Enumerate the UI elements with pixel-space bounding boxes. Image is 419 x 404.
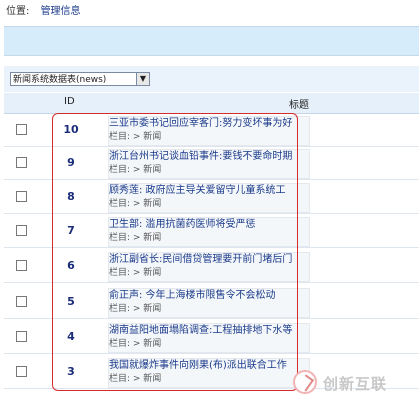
row-checkbox[interactable] (16, 124, 27, 135)
row-title-link[interactable]: 浙江台州书记谈血铅事件:要钱不要命时期 (109, 150, 309, 164)
row-title-cell: 浙江副省长:民间借贷管理要开前门堵后门 栏目: > 新闻 (108, 252, 310, 282)
row-title-link[interactable]: 我国就爆炸事件向刚果(布)派出联合工作 (109, 359, 309, 373)
row-title-cell: 俞正声: 今年上海楼市限售令不会松动 栏目: > 新闻 (108, 288, 310, 318)
table-header: ID 标题 (4, 93, 419, 114)
row-checkbox[interactable] (16, 191, 27, 202)
row-title-cell: 三亚市委书记回应宰客门:努力变坏事为好 栏目: > 新闻 (108, 116, 310, 146)
row-category: 栏目: > 新闻 (109, 268, 162, 278)
row-category: 栏目: > 新闻 (109, 374, 162, 384)
row-title-link[interactable]: 卫生部: 滥用抗菌药医师将受严惩 (109, 218, 309, 232)
row-category: 栏目: > 新闻 (109, 132, 162, 142)
table-row: 8 顾秀莲: 政府应主导关爱留守儿童系统工 栏目: > 新闻 (4, 181, 419, 214)
row-category: 栏目: > 新闻 (109, 339, 162, 349)
row-title-link[interactable]: 顾秀莲: 政府应主导关爱留守儿童系统工 (109, 184, 309, 198)
table-row: 10 三亚市委书记回应宰客门:努力变坏事为好 栏目: > 新闻 (4, 114, 419, 147)
row-category: 栏目: > 新闻 (109, 233, 162, 243)
brand-logo-icon (293, 370, 317, 394)
table-row: 5 俞正声: 今年上海楼市限售令不会松动 栏目: > 新闻 (4, 286, 419, 319)
row-title-link[interactable]: 三亚市委书记回应宰客门:努力变坏事为好 (109, 117, 309, 131)
row-category: 栏目: > 新闻 (109, 304, 162, 314)
row-checkbox[interactable] (16, 260, 27, 271)
row-title-link[interactable]: 浙江副省长:民间借贷管理要开前门堵后门 (109, 253, 309, 267)
row-id: 8 (67, 190, 75, 203)
row-checkbox[interactable] (16, 366, 27, 377)
data-table-select-value: 新闻系统数据表(news) (13, 75, 107, 85)
table-row: 6 浙江副省长:民间借贷管理要开前门堵后门 栏目: > 新闻 (4, 250, 419, 283)
location-value: 管理信息 (40, 6, 81, 17)
row-title-cell: 湖南益阳地面塌陷调查:工程抽排地下水等 栏目: > 新闻 (108, 323, 310, 353)
row-title-cell: 顾秀莲: 政府应主导关爱留守儿童系统工 栏目: > 新闻 (108, 183, 310, 213)
chevron-down-icon[interactable]: ▼ (136, 73, 149, 85)
column-header-title: 标题 (289, 100, 309, 111)
location-bar: 位置: 管理信息 (6, 4, 81, 20)
row-title-cell: 我国就爆炸事件向刚果(布)派出联合工作 栏目: > 新闻 (108, 358, 310, 388)
table-row: 7 卫生部: 滥用抗菌药医师将受严惩 栏目: > 新闻 (4, 215, 419, 248)
row-id: 9 (67, 156, 75, 169)
row-title-link[interactable]: 俞正声: 今年上海楼市限售令不会松动 (109, 289, 309, 303)
table-row: 4 湖南益阳地面塌陷调查:工程抽排地下水等 栏目: > 新闻 (4, 321, 419, 354)
row-category: 栏目: > 新闻 (109, 165, 162, 175)
data-table-select[interactable]: 新闻系统数据表(news) ▼ (10, 72, 150, 86)
row-category: 栏目: > 新闻 (109, 199, 162, 209)
watermark: 创新互联 (293, 370, 411, 394)
row-checkbox[interactable] (16, 157, 27, 168)
table-select-bar: 新闻系统数据表(news) ▼ (4, 66, 419, 92)
row-checkbox[interactable] (16, 225, 27, 236)
row-id: 3 (67, 365, 75, 378)
table-row: 9 浙江台州书记谈血铅事件:要钱不要命时期 栏目: > 新闻 (4, 147, 419, 180)
row-title-link[interactable]: 湖南益阳地面塌陷调查:工程抽排地下水等 (109, 324, 309, 338)
row-id: 10 (63, 123, 79, 136)
row-title-cell: 卫生部: 滥用抗菌药医师将受严惩 栏目: > 新闻 (108, 217, 310, 247)
location-label: 位置: (6, 6, 30, 17)
row-id: 6 (67, 259, 75, 272)
row-id: 7 (67, 224, 75, 237)
watermark-text: 创新互联 (323, 375, 388, 393)
row-checkbox[interactable] (16, 296, 27, 307)
header-band (4, 26, 419, 56)
row-id: 5 (67, 295, 75, 308)
row-title-cell: 浙江台州书记谈血铅事件:要钱不要命时期 栏目: > 新闻 (108, 149, 310, 179)
row-id: 4 (67, 330, 75, 343)
row-checkbox[interactable] (16, 331, 27, 342)
column-header-id: ID (64, 96, 75, 107)
